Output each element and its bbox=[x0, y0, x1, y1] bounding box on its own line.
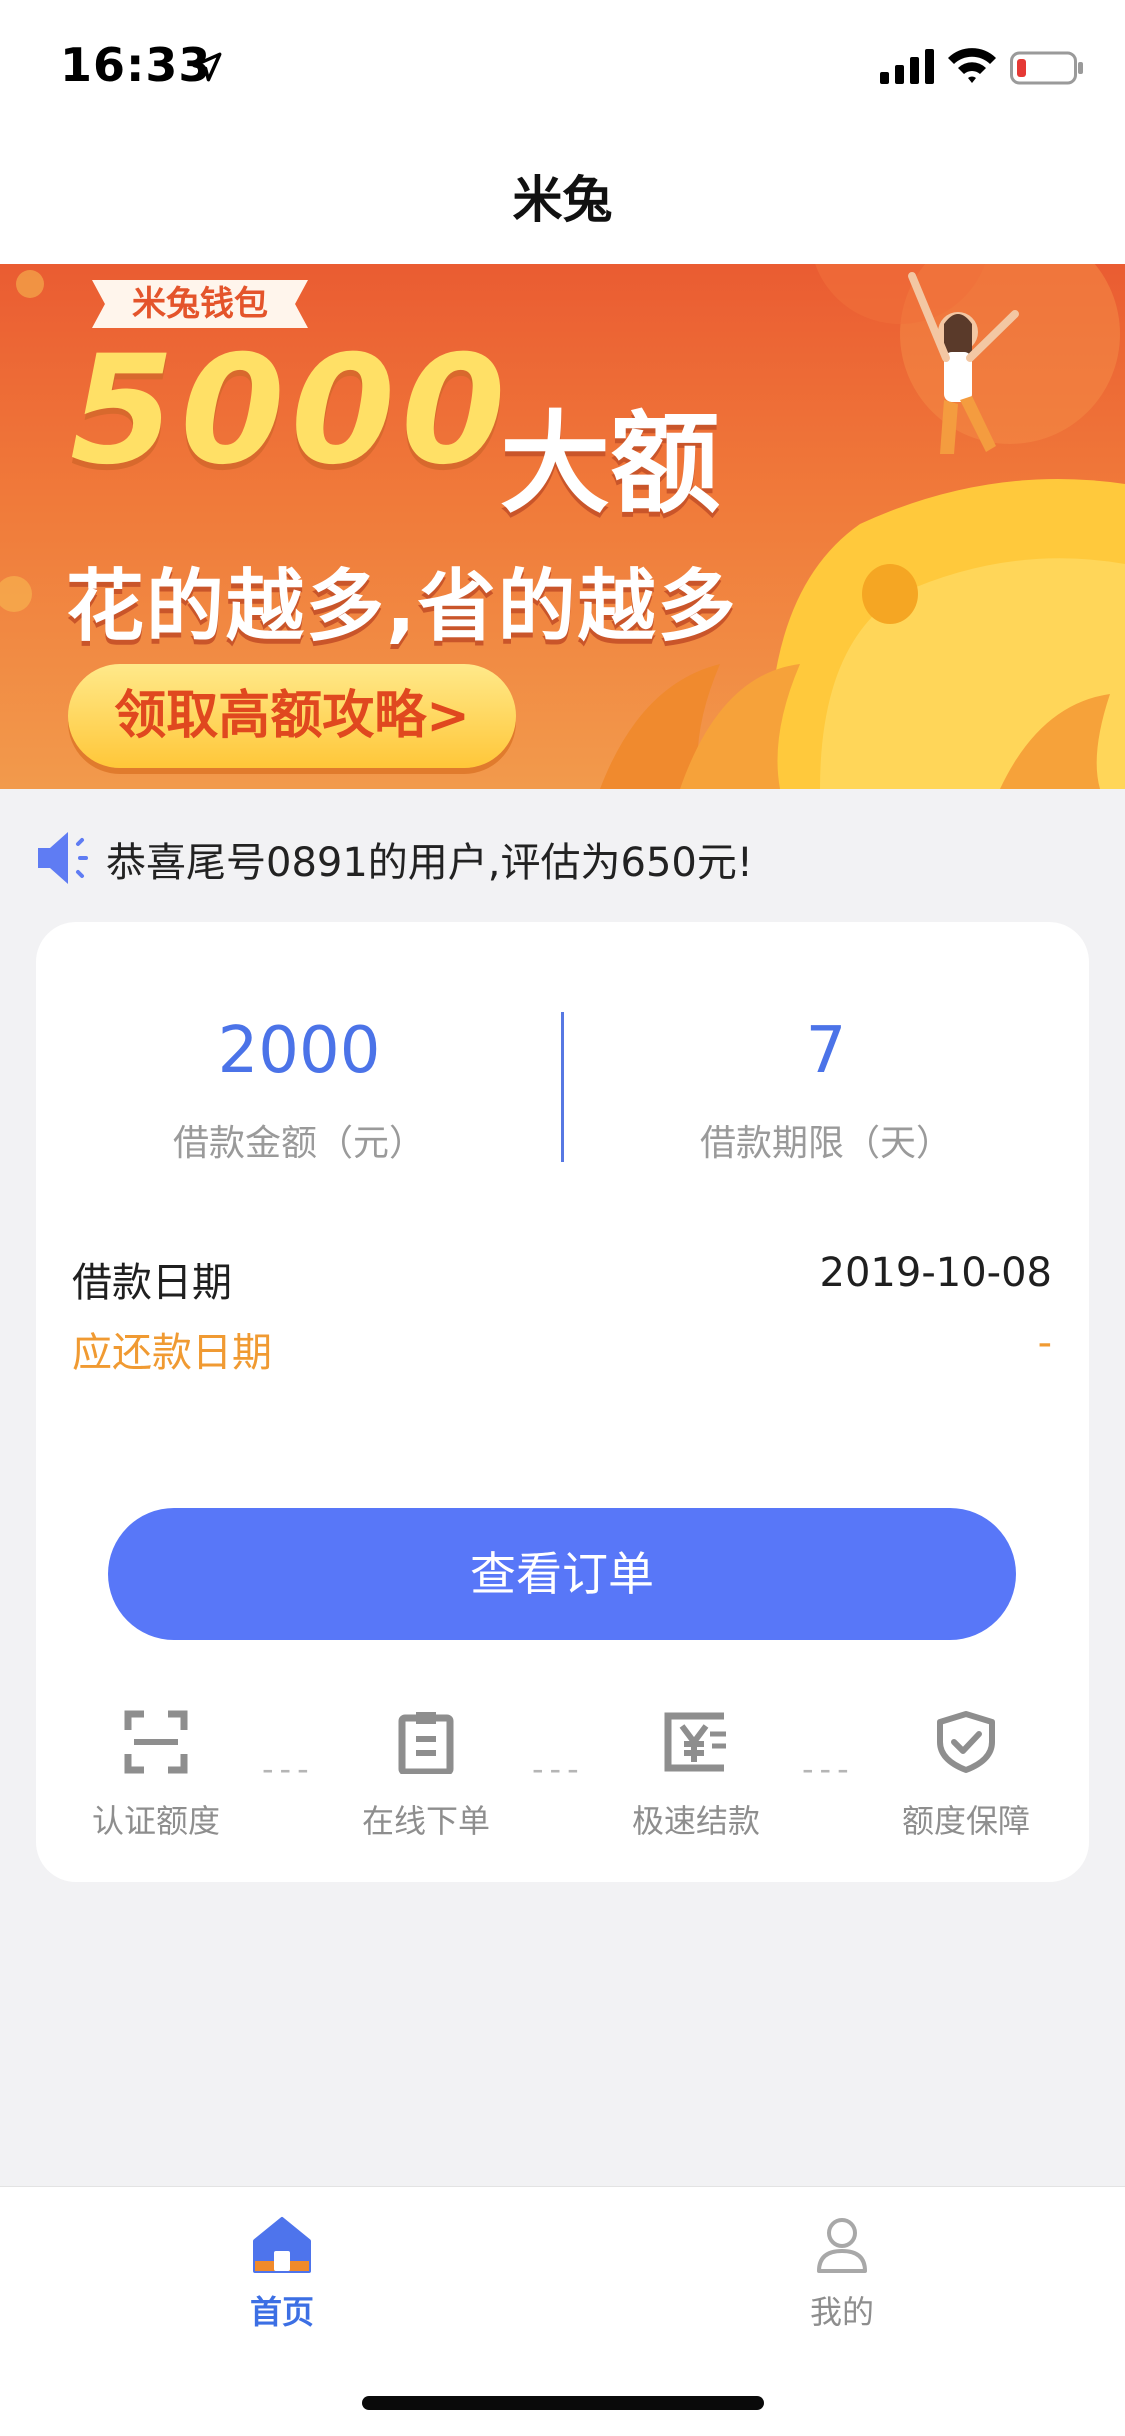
status-bar: 16:33 bbox=[0, 0, 1125, 132]
loan-term-label: 借款期限（天） bbox=[699, 1123, 952, 1164]
header: 16:33 米兔 bbox=[0, 0, 1125, 264]
home-indicator[interactable] bbox=[362, 2396, 764, 2410]
battery-low-icon bbox=[1010, 51, 1083, 85]
clipboard-icon bbox=[398, 1712, 454, 1774]
step-online-order: 在线下单 bbox=[326, 1710, 526, 1842]
loan-card: 2000 借款金额（元） 7 借款期限（天） 借款日期 2019-10-08 应… bbox=[36, 922, 1089, 1882]
step-label: 认证额度 bbox=[91, 1802, 220, 1840]
app-screen: 16:33 米兔 米兔钱包 5000 大额 花的越多,省的越多 领取高额攻略> … bbox=[0, 0, 1125, 2436]
step-label: 极速结款 bbox=[631, 1802, 760, 1840]
wifi-icon bbox=[948, 48, 996, 83]
banner-amount-label: 大额 bbox=[500, 400, 720, 528]
step-separator: --- bbox=[262, 1750, 315, 1788]
promo-banner[interactable]: 米兔钱包 5000 大额 花的越多,省的越多 领取高额攻略> bbox=[0, 264, 1125, 789]
tab-mine[interactable]: 我的 bbox=[742, 2215, 942, 2333]
tab-home[interactable]: 首页 bbox=[182, 2215, 382, 2333]
repay-date-label: 应还款日期 bbox=[72, 1330, 272, 1376]
location-arrow-icon bbox=[192, 52, 222, 82]
loan-term-value: 7 bbox=[805, 1014, 847, 1088]
view-order-button[interactable]: 查看订单 bbox=[108, 1508, 1016, 1640]
banner-cta-button[interactable]: 领取高额攻略> bbox=[68, 664, 516, 768]
user-icon bbox=[817, 2218, 867, 2273]
yen-speed-icon bbox=[664, 1712, 726, 1772]
step-label: 在线下单 bbox=[361, 1802, 490, 1840]
brand-tag: 米兔钱包 bbox=[92, 280, 308, 328]
step-limit-guarantee: 额度保障 bbox=[866, 1710, 1066, 1842]
tab-mine-label: 我的 bbox=[809, 2293, 874, 2331]
scan-icon bbox=[124, 1710, 188, 1774]
page-title: 米兔 bbox=[512, 171, 613, 229]
loan-amount-stat: 2000 借款金额（元） bbox=[36, 1014, 562, 1166]
loan-amount-label: 借款金额（元） bbox=[172, 1123, 425, 1164]
home-icon bbox=[253, 2217, 311, 2273]
step-fast-settlement: 极速结款 bbox=[596, 1710, 796, 1842]
loan-date-label: 借款日期 bbox=[72, 1260, 232, 1306]
banner-slogan: 花的越多,省的越多 bbox=[66, 562, 738, 652]
shield-check-icon bbox=[937, 1711, 995, 1773]
banner-amount: 5000 bbox=[70, 324, 512, 498]
cellular-signal-icon bbox=[880, 49, 934, 84]
step-separator: --- bbox=[802, 1750, 855, 1788]
step-label: 额度保障 bbox=[901, 1802, 1030, 1840]
notice-text: 恭喜尾号0891的用户,评估为650元! bbox=[106, 840, 753, 886]
speaker-icon bbox=[38, 832, 88, 884]
loan-date-value: 2019-10-08 bbox=[819, 1250, 1052, 1296]
status-time: 16:33 bbox=[60, 38, 212, 92]
repay-date-value: - bbox=[1037, 1320, 1052, 1366]
step-verify-limit: 认证额度 bbox=[56, 1710, 256, 1842]
step-separator: --- bbox=[532, 1750, 585, 1788]
loan-term-stat: 7 借款期限（天） bbox=[563, 1014, 1089, 1166]
tab-home-label: 首页 bbox=[249, 2293, 314, 2331]
loan-amount-value: 2000 bbox=[217, 1014, 381, 1088]
